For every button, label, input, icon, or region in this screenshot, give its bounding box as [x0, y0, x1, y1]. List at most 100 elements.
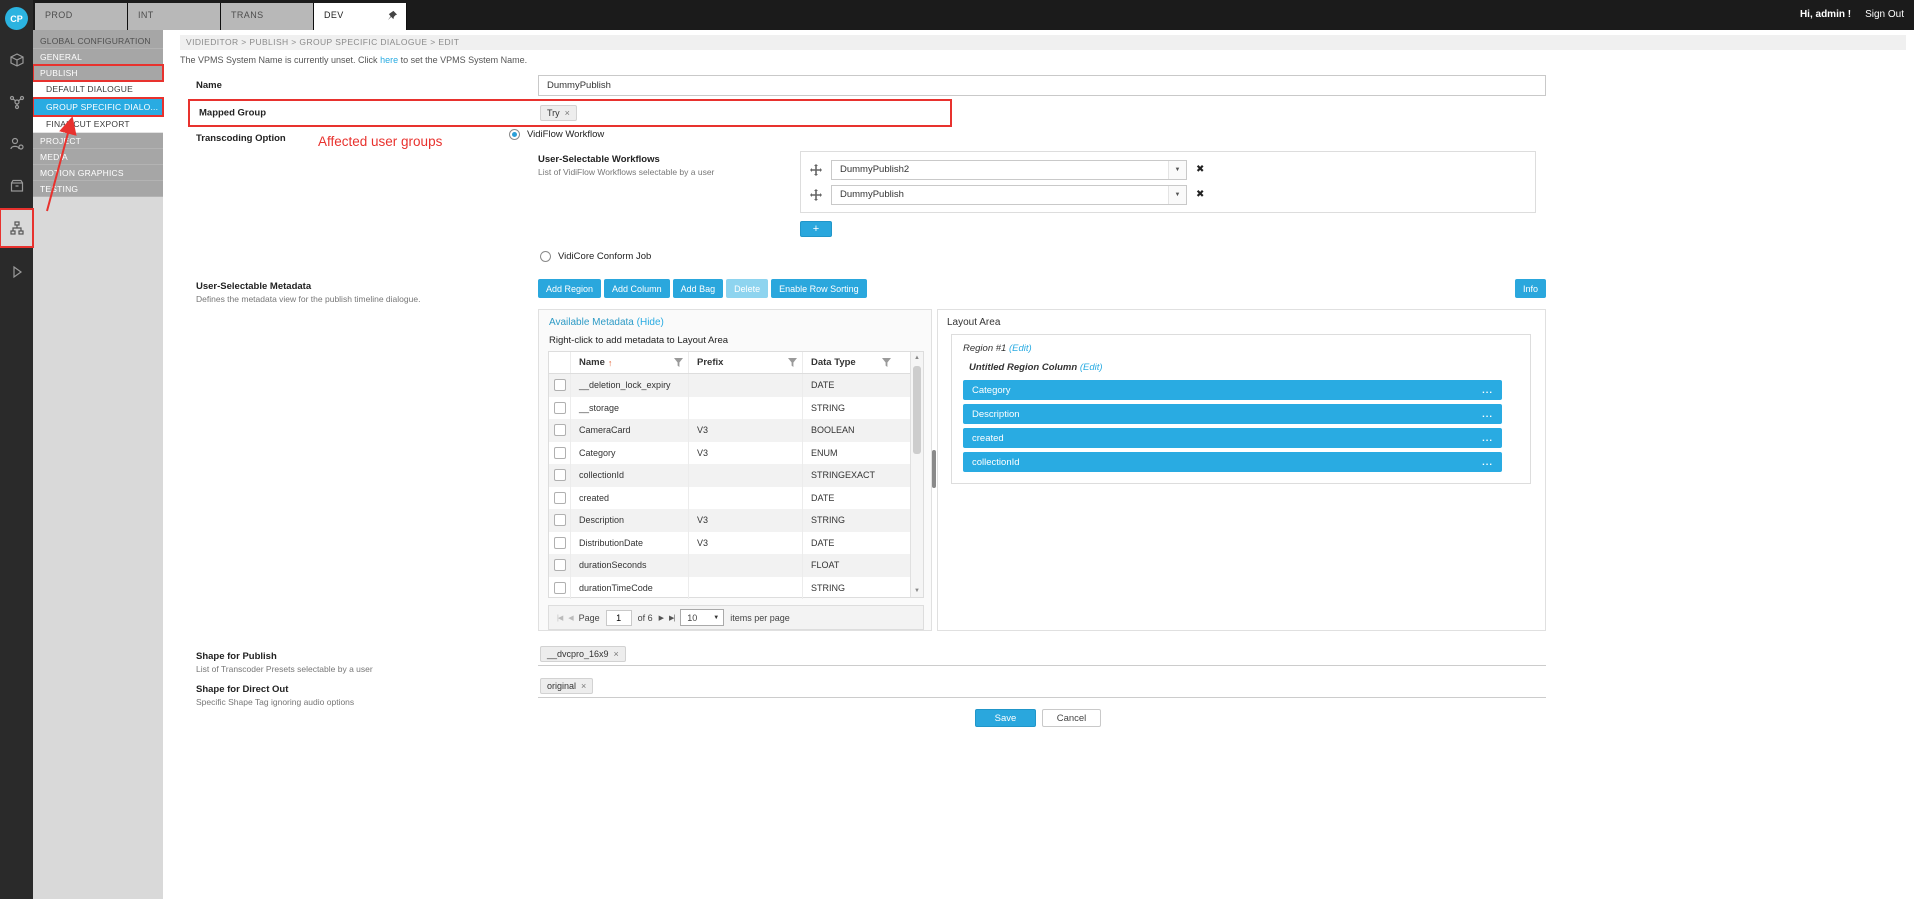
enable-row-sorting-button[interactable]: Enable Row Sorting	[771, 279, 867, 298]
pin-icon[interactable]	[387, 10, 398, 23]
env-tab-int[interactable]: INT	[128, 3, 221, 30]
row-checkbox[interactable]	[554, 559, 566, 571]
layout-field-description[interactable]: Description ...	[963, 404, 1502, 424]
network-icon[interactable]	[0, 84, 33, 120]
shape-direct-out-tag[interactable]: original×	[540, 678, 593, 694]
filter-funnel-icon[interactable]	[674, 358, 683, 370]
box-icon[interactable]	[0, 168, 33, 204]
pager-last-icon[interactable]: ▶|	[669, 614, 674, 622]
sidebar-item-project[interactable]: PROJECT	[33, 133, 163, 149]
remove-workflow-icon[interactable]: ✖	[1196, 189, 1204, 200]
table-row[interactable]: collectionId STRINGEXACT	[549, 464, 923, 487]
scrollbar-thumb[interactable]	[913, 366, 921, 454]
column-header-data-type[interactable]: Data Type	[803, 352, 909, 373]
vpms-here-link[interactable]: here	[380, 55, 398, 65]
workflow-icon[interactable]	[0, 209, 33, 247]
layout-field-collectionid[interactable]: collectionId ...	[963, 452, 1502, 472]
table-row[interactable]: DistributionDate V3 DATE	[549, 532, 923, 555]
radio-circle[interactable]	[509, 129, 520, 140]
sidebar-item-media[interactable]: MEDIA	[33, 149, 163, 165]
column-header-name[interactable]: Name ↑	[571, 352, 689, 373]
save-button[interactable]: Save	[975, 709, 1036, 727]
add-column-button[interactable]: Add Column	[604, 279, 670, 298]
env-tab-trans[interactable]: TRANS	[221, 3, 314, 30]
scroll-up-icon[interactable]: ▲	[911, 355, 923, 361]
add-workflow-button[interactable]: +	[800, 221, 832, 237]
scroll-down-icon[interactable]: ▼	[911, 588, 923, 594]
remove-workflow-icon[interactable]: ✖	[1196, 164, 1204, 175]
region-edit-link[interactable]: (Edit)	[1009, 343, 1032, 354]
row-checkbox[interactable]	[554, 447, 566, 459]
field-options-icon[interactable]: ...	[1482, 385, 1493, 396]
row-checkbox[interactable]	[554, 492, 566, 504]
radio-circle[interactable]	[540, 251, 551, 262]
row-checkbox[interactable]	[554, 402, 566, 414]
pager-prev-icon[interactable]: ◀	[568, 614, 572, 622]
table-row[interactable]: Description V3 STRING	[549, 509, 923, 532]
field-options-icon[interactable]: ...	[1482, 409, 1493, 420]
info-button[interactable]: Info	[1515, 279, 1546, 298]
name-input[interactable]	[538, 75, 1546, 96]
add-bag-button[interactable]: Add Bag	[673, 279, 724, 298]
delete-button[interactable]: Delete	[726, 279, 768, 298]
table-scrollbar[interactable]: ▲ ▼	[910, 352, 923, 597]
add-region-button[interactable]: Add Region	[538, 279, 601, 298]
user-gear-icon[interactable]	[0, 126, 33, 162]
row-checkbox[interactable]	[554, 582, 566, 594]
sign-out-link[interactable]: Sign Out	[1865, 9, 1904, 20]
layout-field-created[interactable]: created ...	[963, 428, 1502, 448]
pager-first-icon[interactable]: |◀	[557, 614, 562, 622]
sidebar-item-group-specific-dialogue[interactable]: GROUP SPECIFIC DIALO...	[33, 98, 163, 116]
pager-page-input[interactable]	[606, 610, 632, 626]
field-options-icon[interactable]: ...	[1482, 457, 1493, 468]
layout-field-category[interactable]: Category ...	[963, 380, 1502, 400]
cube-icon[interactable]	[0, 42, 33, 78]
radio-vidiflow-workflow[interactable]: VidiFlow Workflow	[509, 129, 604, 140]
filter-funnel-icon[interactable]	[882, 358, 891, 370]
chevron-down-icon[interactable]: ▼	[1168, 186, 1186, 204]
table-row[interactable]: __deletion_lock_expiry DATE	[549, 374, 923, 397]
row-checkbox[interactable]	[554, 424, 566, 436]
field-options-icon[interactable]: ...	[1482, 433, 1493, 444]
panel-splitter[interactable]	[932, 450, 936, 488]
app-logo[interactable]: CP	[5, 7, 28, 30]
table-row[interactable]: durationSeconds FLOAT	[549, 554, 923, 577]
debug-play-icon[interactable]	[0, 254, 33, 290]
remove-tag-icon[interactable]: ×	[614, 649, 619, 659]
sidebar-item-motion-graphics[interactable]: MOTION GRAPHICS	[33, 165, 163, 181]
mapped-group-tag[interactable]: Try×	[540, 105, 577, 121]
hide-toggle-link[interactable]: (Hide)	[637, 317, 664, 328]
sidebar-item-default-dialogue[interactable]: DEFAULT DIALOGUE	[33, 81, 163, 98]
remove-tag-icon[interactable]: ×	[581, 681, 586, 691]
env-tab-prod[interactable]: PROD	[35, 3, 128, 30]
items-per-page-select[interactable]: 10 ▼	[680, 609, 724, 626]
filter-funnel-icon[interactable]	[788, 358, 797, 370]
shape-publish-tag[interactable]: __dvcpro_16x9×	[540, 646, 626, 662]
sidebar-item-testing[interactable]: TESTING	[33, 181, 163, 197]
remove-tag-icon[interactable]: ×	[565, 108, 570, 118]
shape-for-direct-out-field[interactable]: original×	[538, 678, 1546, 698]
column-edit-link[interactable]: (Edit)	[1080, 362, 1103, 373]
table-row[interactable]: durationTimeCode STRING	[549, 577, 923, 600]
row-checkbox[interactable]	[554, 514, 566, 526]
row-checkbox[interactable]	[554, 469, 566, 481]
chevron-down-icon[interactable]: ▼	[1168, 161, 1186, 179]
table-row[interactable]: Category V3 ENUM	[549, 442, 923, 465]
workflow-select[interactable]: DummyPublish2 ▼	[831, 160, 1187, 180]
table-row[interactable]: CameraCard V3 BOOLEAN	[549, 419, 923, 442]
drag-handle-icon[interactable]	[810, 189, 822, 201]
drag-handle-icon[interactable]	[810, 164, 822, 176]
table-row[interactable]: __storage STRING	[549, 397, 923, 420]
cancel-button[interactable]: Cancel	[1042, 709, 1101, 727]
sidebar-item-final-cut-export[interactable]: FINAL CUT EXPORT	[33, 116, 163, 133]
sidebar-item-general[interactable]: GENERAL	[33, 49, 163, 65]
row-checkbox[interactable]	[554, 537, 566, 549]
column-header-prefix[interactable]: Prefix	[689, 352, 803, 373]
sidebar-item-publish[interactable]: PUBLISH	[33, 65, 163, 81]
workflow-select[interactable]: DummyPublish ▼	[831, 185, 1187, 205]
shape-for-publish-field[interactable]: __dvcpro_16x9×	[538, 646, 1546, 666]
env-tab-dev[interactable]: DEV	[314, 3, 407, 30]
table-row[interactable]: created DATE	[549, 487, 923, 510]
row-checkbox[interactable]	[554, 379, 566, 391]
radio-vidicore-conform-job[interactable]: VidiCore Conform Job	[540, 251, 651, 262]
